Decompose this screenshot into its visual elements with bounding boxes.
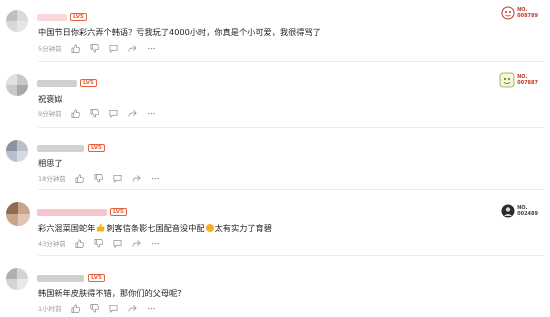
comment-item: LV5 彩六混菜国蛇年 刺客信条影七国配音没中配 太有实力了育碧 43分钟前 NO.… bbox=[0, 190, 550, 256]
more-icon[interactable] bbox=[147, 44, 156, 53]
thumbs-down-icon[interactable] bbox=[90, 43, 99, 53]
username[interactable] bbox=[37, 14, 67, 21]
thumbs-up-icon[interactable] bbox=[75, 238, 84, 248]
level-badge: LV5 bbox=[80, 79, 97, 87]
more-icon[interactable] bbox=[151, 174, 160, 183]
comment-item: LV5 韩国新年皮肤得不错，那你们的父母呢？ 1小时前 bbox=[0, 256, 550, 317]
comment-text: 中国节日你彩六弄个韩语？亏我玩了4000小时，你真是个小可爱，我很得骂了 bbox=[38, 27, 321, 37]
avatar[interactable] bbox=[6, 10, 28, 32]
badge-mascot-icon bbox=[499, 72, 515, 88]
level-badge: LV5 bbox=[110, 208, 127, 216]
comment-text: 相思了 bbox=[38, 158, 63, 168]
comment-time: 1小时前 bbox=[38, 305, 62, 313]
thumbs-up-icon[interactable] bbox=[71, 108, 80, 118]
share-icon[interactable] bbox=[132, 174, 141, 183]
fan-badge: NO. 007887 bbox=[499, 72, 538, 88]
avatar[interactable] bbox=[6, 268, 28, 290]
share-icon[interactable] bbox=[128, 44, 137, 53]
reply-icon[interactable] bbox=[113, 239, 122, 248]
avatar[interactable] bbox=[6, 140, 28, 162]
thumbs-up-emoji-icon bbox=[97, 223, 105, 232]
username[interactable] bbox=[37, 145, 84, 152]
comment-meta: 43分钟前 bbox=[38, 238, 170, 248]
more-icon[interactable] bbox=[151, 239, 160, 248]
reply-icon[interactable] bbox=[109, 304, 118, 313]
comment-meta: 9分钟前 bbox=[38, 108, 166, 118]
share-icon[interactable] bbox=[128, 304, 137, 313]
avatar[interactable] bbox=[6, 202, 30, 226]
more-icon[interactable] bbox=[147, 109, 156, 118]
comment-item: LV5 中国节日你彩六弄个韩语？亏我玩了4000小时，你真是个小可爱，我很得骂了… bbox=[0, 0, 550, 62]
level-badge: LV5 bbox=[70, 13, 87, 21]
share-icon[interactable] bbox=[132, 239, 141, 248]
comment-item: LV5 祝褒姒 9分钟前 NO. 007887 bbox=[0, 62, 550, 128]
badge-number: 002489 bbox=[517, 211, 538, 217]
fan-badge: NO. 008789 bbox=[501, 6, 538, 20]
badge-number: 007887 bbox=[517, 80, 538, 86]
reply-icon[interactable] bbox=[109, 44, 118, 53]
comment-time: 18分钟前 bbox=[38, 175, 66, 183]
comment-meta: 5分钟前 bbox=[38, 43, 166, 53]
thumbs-down-icon[interactable] bbox=[94, 238, 103, 248]
thumbs-down-icon[interactable] bbox=[90, 303, 99, 313]
share-icon[interactable] bbox=[128, 109, 137, 118]
comment-item: LV5 相思了 18分钟前 bbox=[0, 128, 550, 190]
thumbs-down-icon[interactable] bbox=[94, 173, 103, 183]
thumbs-up-icon[interactable] bbox=[75, 173, 84, 183]
comment-time: 5分钟前 bbox=[38, 45, 62, 53]
level-badge: LV5 bbox=[88, 144, 105, 152]
comment-meta: 18分钟前 bbox=[38, 173, 170, 183]
comment-text-part: 彩六混菜国蛇年 bbox=[38, 223, 96, 233]
thumbs-up-icon[interactable] bbox=[71, 303, 80, 313]
reply-icon[interactable] bbox=[109, 109, 118, 118]
comment-text: 韩国新年皮肤得不错，那你们的父母呢？ bbox=[38, 288, 186, 298]
badge-number: 008789 bbox=[517, 13, 538, 19]
fan-badge: NO. 002489 bbox=[501, 204, 538, 218]
level-badge: LV5 bbox=[88, 274, 105, 282]
scared-face-emoji-icon bbox=[205, 224, 214, 232]
comment-text: 彩六混菜国蛇年 刺客信条影七国配音没中配 太有实力了育碧 bbox=[38, 223, 272, 234]
thumbs-up-icon[interactable] bbox=[71, 43, 80, 53]
badge-mascot-icon bbox=[501, 6, 515, 20]
thumbs-down-icon[interactable] bbox=[90, 108, 99, 118]
comment-time: 9分钟前 bbox=[38, 110, 62, 118]
username[interactable] bbox=[37, 209, 107, 216]
username[interactable] bbox=[37, 80, 77, 87]
reply-icon[interactable] bbox=[113, 174, 122, 183]
comment-text-part: 太有实力了育碧 bbox=[214, 223, 272, 233]
comment-text-part: 刺客信条影七国配音没中配 bbox=[106, 223, 205, 233]
badge-avatar-icon bbox=[501, 204, 515, 218]
comment-time: 43分钟前 bbox=[38, 240, 66, 248]
comment-text: 祝褒姒 bbox=[38, 94, 63, 104]
avatar[interactable] bbox=[6, 74, 28, 96]
more-icon[interactable] bbox=[147, 304, 156, 313]
username[interactable] bbox=[37, 275, 84, 282]
comment-meta: 1小时前 bbox=[38, 303, 166, 313]
